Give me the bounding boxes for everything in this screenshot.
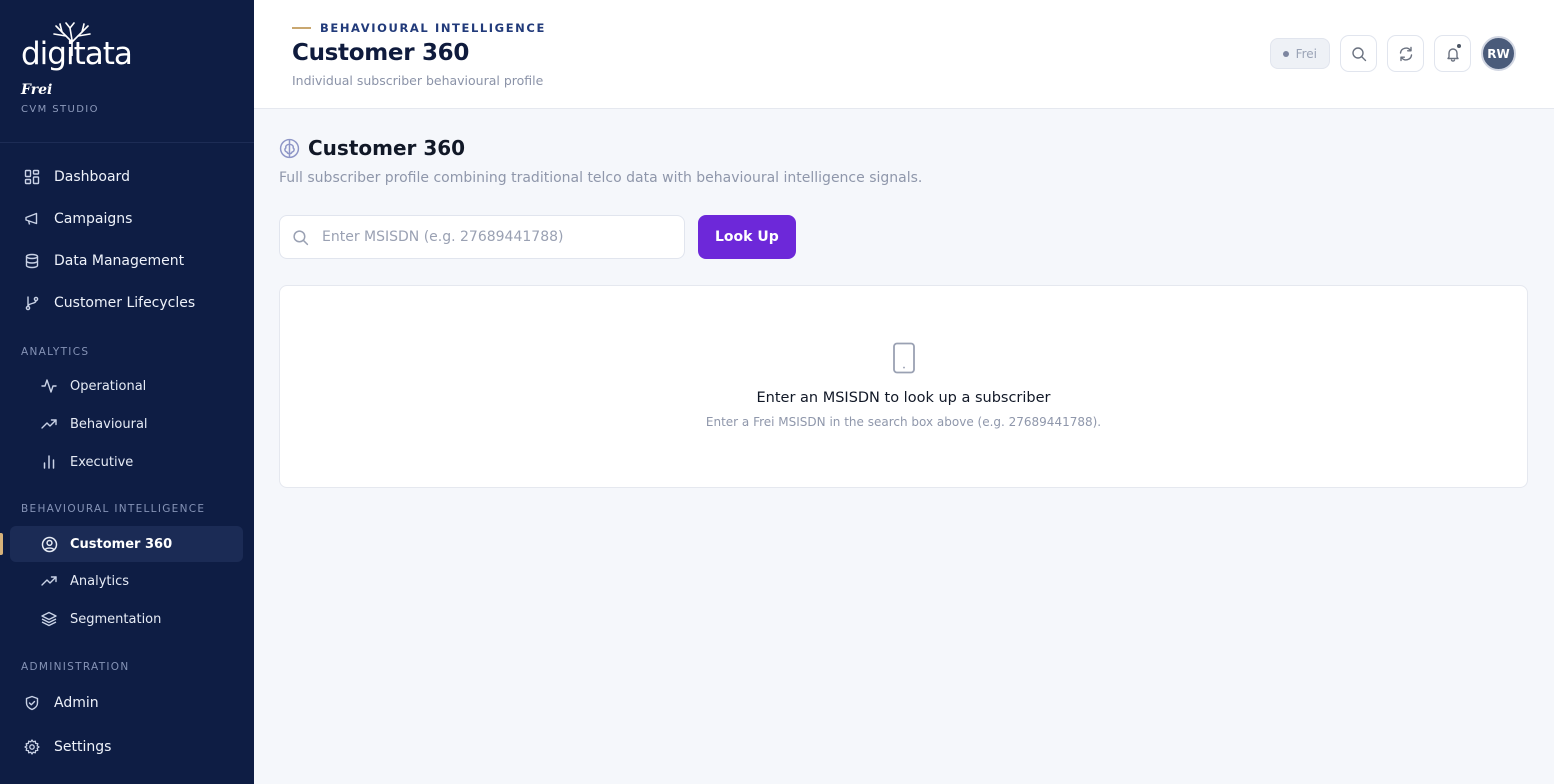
user-circle-icon (40, 535, 58, 553)
sidebar-item-label: Segmentation (70, 611, 162, 627)
sidebar-item-customer-lifecycles[interactable]: Customer Lifecycles (10, 285, 243, 321)
sidebar: digitata Frei CVM STUDIO Dashboard Campa… (0, 0, 254, 784)
sidebar-item-admin[interactable]: Admin (10, 685, 243, 721)
search-icon (1351, 46, 1366, 61)
sidebar-item-analytics[interactable]: Analytics (10, 563, 243, 599)
msisdn-search-box[interactable] (279, 215, 685, 259)
grid-icon (23, 168, 41, 186)
sidebar-item-segmentation[interactable]: Segmentation (10, 601, 243, 637)
sidebar-item-label: Settings (54, 739, 112, 755)
sidebar-item-label: Dashboard (54, 169, 130, 185)
sidebar-item-label: Data Management (54, 253, 185, 269)
section-label-behavioural-intelligence: BEHAVIOURAL INTELLIGENCE (21, 503, 206, 515)
active-nav-marker (0, 533, 3, 555)
shield-icon (23, 694, 41, 712)
top-actions: Frei RW (1269, 35, 1516, 72)
section-label-administration: ADMINISTRATION (21, 661, 130, 673)
refresh-button[interactable] (1387, 35, 1424, 72)
sidebar-item-label: Behavioural (70, 416, 148, 432)
sidebar-item-label: Customer Lifecycles (54, 295, 196, 311)
brand-product: CVM STUDIO (21, 104, 99, 115)
git-branch-icon (23, 294, 41, 312)
sidebar-item-executive[interactable]: Executive (10, 444, 243, 480)
empty-state-subtitle: Enter a Frei MSISDN in the search box ab… (705, 415, 1102, 429)
brain-icon (279, 138, 300, 158)
sidebar-item-operational[interactable]: Operational (10, 368, 243, 404)
eyebrow-dash (292, 27, 311, 29)
sidebar-item-label: Executive (70, 454, 134, 470)
activity-icon (40, 377, 58, 395)
trending-up-icon (40, 415, 58, 433)
gear-icon (23, 738, 41, 756)
notification-dot (1457, 44, 1461, 48)
page-subtitle: Individual subscriber behavioural profil… (292, 73, 544, 88)
main-area: BEHAVIOURAL INTELLIGENCE Customer 360 In… (254, 0, 1554, 784)
layers-icon (40, 610, 58, 628)
bar-chart-icon (40, 453, 58, 471)
eyebrow-label: BEHAVIOURAL INTELLIGENCE (320, 21, 546, 35)
search-icon (293, 229, 309, 245)
empty-state-title: Enter an MSISDN to look up a subscriber (756, 390, 1051, 406)
sidebar-item-label: Campaigns (54, 211, 133, 227)
brand: digitata Frei CVM STUDIO (0, 0, 254, 143)
brand-tenant: Frei (21, 82, 53, 98)
tenant-badge-label: Frei (1295, 46, 1317, 61)
megaphone-icon (23, 210, 41, 228)
search-button[interactable] (1340, 35, 1377, 72)
trending-up-icon (40, 572, 58, 590)
refresh-icon (1399, 46, 1412, 61)
app-shell: digitata Frei CVM STUDIO Dashboard Campa… (0, 0, 1554, 784)
status-dot (1282, 50, 1289, 57)
msisdn-input[interactable] (322, 229, 662, 245)
avatar[interactable]: RW (1481, 36, 1516, 71)
sidebar-item-behavioural[interactable]: Behavioural (10, 406, 243, 442)
section-description: Full subscriber profile combining tradit… (279, 170, 923, 186)
sidebar-item-label: Admin (54, 695, 99, 711)
tenant-badge[interactable]: Frei (1269, 38, 1330, 69)
sidebar-item-customer-360[interactable]: Customer 360 (10, 526, 243, 562)
look-up-button[interactable]: Look Up (698, 215, 796, 259)
sidebar-item-dashboard[interactable]: Dashboard (10, 159, 243, 195)
empty-state-card: Enter an MSISDN to look up a subscriber … (279, 285, 1528, 488)
smartphone-icon (893, 342, 915, 374)
section-header: Customer 360 (279, 136, 465, 160)
sidebar-item-settings[interactable]: Settings (10, 729, 243, 765)
sidebar-item-label: Customer 360 (70, 536, 173, 552)
sidebar-item-data-management[interactable]: Data Management (10, 243, 243, 279)
section-title: Customer 360 (308, 136, 466, 160)
database-icon (23, 252, 41, 270)
topbar: BEHAVIOURAL INTELLIGENCE Customer 360 In… (254, 0, 1554, 109)
breadcrumb: BEHAVIOURAL INTELLIGENCE (292, 21, 546, 35)
page-title: Customer 360 (292, 40, 470, 66)
sidebar-item-label: Operational (70, 378, 147, 394)
sidebar-item-label: Analytics (70, 573, 130, 589)
notifications-button[interactable] (1434, 35, 1471, 72)
section-label-analytics: ANALYTICS (21, 346, 90, 358)
lookup-form: Look Up (279, 215, 796, 259)
sidebar-item-campaigns[interactable]: Campaigns (10, 201, 243, 237)
brand-logo[interactable]: digitata (21, 36, 233, 72)
